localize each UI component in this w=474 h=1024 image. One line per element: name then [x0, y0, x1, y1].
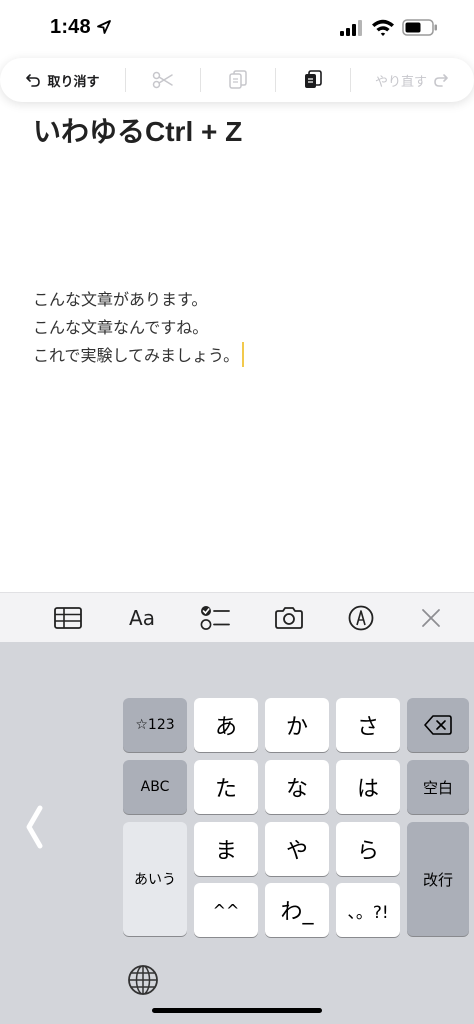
key-mode-abc[interactable]: ABC	[123, 760, 187, 814]
key-wa[interactable]: わ_	[265, 883, 329, 937]
text-cursor	[242, 342, 245, 367]
key-na[interactable]: な	[265, 760, 329, 814]
scissors-icon	[152, 71, 173, 89]
delete-button[interactable]	[407, 698, 469, 752]
cut-button[interactable]	[125, 58, 200, 102]
globe-icon[interactable]	[127, 964, 159, 996]
table-button[interactable]	[50, 600, 86, 636]
close-keyboard-button[interactable]	[413, 600, 449, 636]
note-line: こんな文章があります。	[33, 290, 208, 309]
checklist-button[interactable]	[197, 600, 233, 636]
undo-button[interactable]: 取り消す	[0, 58, 125, 102]
undo-arrow-icon	[26, 74, 41, 87]
edit-toolbar: 取り消す やり直す	[0, 58, 474, 102]
camera-icon	[275, 607, 303, 629]
copy-icon	[228, 70, 247, 89]
key-mode-numbers[interactable]: ☆123	[123, 698, 187, 752]
camera-button[interactable]	[271, 600, 307, 636]
redo-arrow-icon	[434, 74, 448, 87]
key-ra[interactable]: ら	[336, 822, 400, 876]
home-indicator	[152, 1008, 322, 1013]
location-arrow-icon	[97, 20, 111, 34]
keyboard: ☆123 ABC あいう あ か さ た な は ま や ら ^^ わ_ 、。?…	[0, 642, 474, 1024]
paste-button[interactable]	[275, 58, 350, 102]
markup-button[interactable]	[343, 600, 379, 636]
key-ta[interactable]: た	[194, 760, 258, 814]
redo-label: やり直す	[374, 74, 427, 90]
key-space[interactable]: 空白	[407, 760, 469, 814]
note-line-text: これで実験してみましょう。	[33, 346, 240, 365]
delete-backspace-icon	[424, 715, 452, 735]
text-format-button[interactable]: Aa	[124, 600, 160, 636]
close-icon	[422, 609, 440, 627]
copy-button[interactable]	[200, 58, 275, 102]
key-ka[interactable]: か	[265, 698, 329, 752]
undo-label: 取り消す	[47, 74, 100, 90]
cellular-signal-icon	[340, 20, 362, 36]
key-sa[interactable]: さ	[336, 698, 400, 752]
key-ya[interactable]: や	[265, 822, 329, 876]
wifi-icon	[372, 19, 394, 36]
note-title[interactable]: いわゆるCtrl + Z	[33, 110, 242, 150]
status-bar: 1:48	[0, 0, 474, 56]
key-ma[interactable]: ま	[194, 822, 258, 876]
key-punctuation[interactable]: 、。?!	[336, 883, 400, 937]
note-body[interactable]: こんな文章があります。 こんな文章なんですね。 これで実験してみましょう。	[33, 286, 453, 370]
checklist-icon	[200, 606, 230, 630]
key-mode-kana[interactable]: あいう	[123, 822, 187, 936]
chevron-left-icon[interactable]	[22, 802, 46, 852]
note-line: こんな文章なんですね。	[33, 318, 209, 337]
pen-markup-icon	[348, 605, 374, 631]
accessory-bar: Aa	[0, 592, 474, 642]
battery-icon	[402, 19, 437, 36]
key-a[interactable]: あ	[194, 698, 258, 752]
key-ha[interactable]: は	[336, 760, 400, 814]
paste-icon	[304, 70, 322, 88]
table-icon	[54, 607, 82, 629]
key-enter[interactable]: 改行	[407, 822, 469, 936]
note-line-last: これで実験してみましょう。	[33, 342, 453, 370]
key-emoticon[interactable]: ^^	[194, 883, 258, 937]
redo-button[interactable]: やり直す	[350, 58, 474, 102]
status-time: 1:48	[50, 16, 91, 38]
